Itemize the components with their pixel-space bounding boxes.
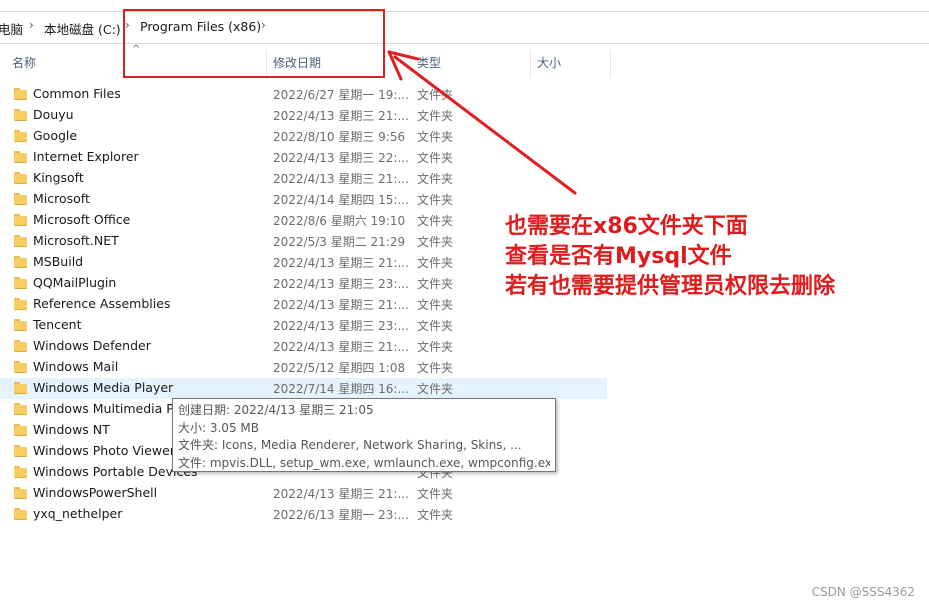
annotation-line: 也需要在x86文件夹下面 bbox=[505, 214, 748, 239]
annotation-text: 也需要在x86文件夹下面 查看是否有Mysql文件 若有也需要提供管理员权限去删… bbox=[505, 212, 835, 302]
annotation-line: 查看是否有Mysql文件 bbox=[505, 244, 732, 269]
annotation-arrow bbox=[387, 50, 577, 195]
annotation-line: 若有也需要提供管理员权限去删除 bbox=[505, 274, 836, 299]
watermark: CSDN @SSS4362 bbox=[811, 585, 915, 599]
